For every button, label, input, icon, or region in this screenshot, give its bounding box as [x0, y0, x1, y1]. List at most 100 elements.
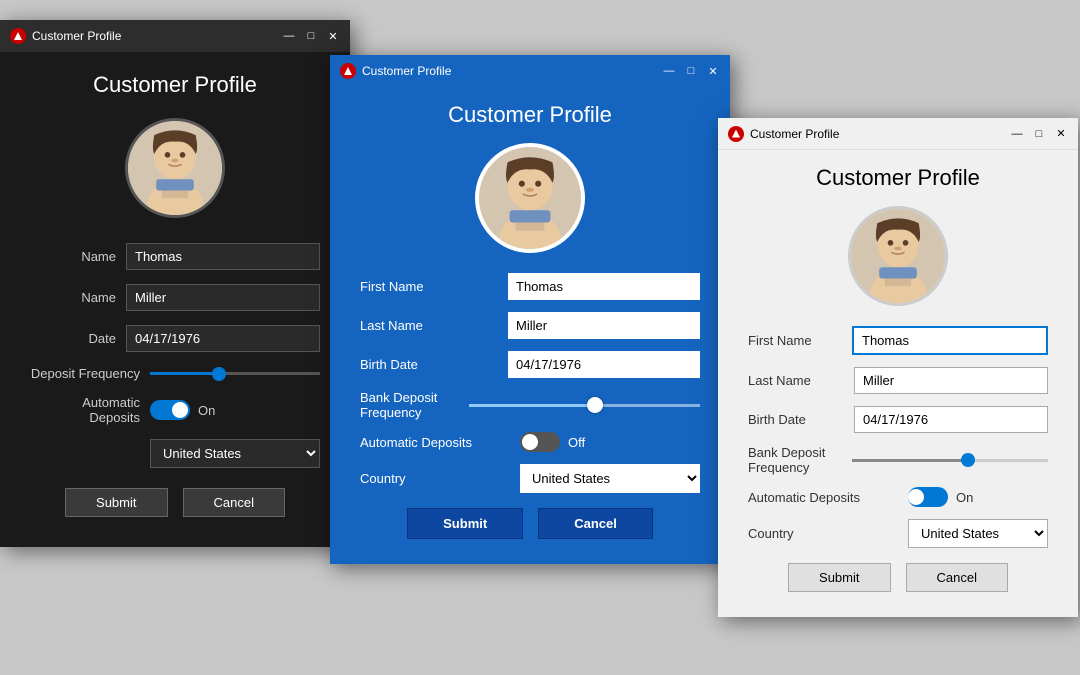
dark-slider-container: [150, 372, 320, 375]
white-app-icon: [728, 126, 744, 142]
blue-deposit-freq-row: Bank Deposit Frequency: [360, 390, 700, 420]
dark-deposit-freq-row: Deposit Frequency: [30, 366, 320, 381]
dark-birth-date-row: Date: [30, 325, 320, 352]
dark-first-name-row: Name: [30, 243, 320, 270]
dark-auto-deposits-label: Automatic Deposits: [30, 395, 150, 425]
white-maximize-btn[interactable]: □: [1032, 127, 1046, 141]
dark-first-name-input[interactable]: [126, 243, 320, 270]
dark-title-controls: — □ ✕: [282, 29, 340, 43]
dark-title-bar: Customer Profile — □ ✕: [0, 20, 350, 52]
blue-title-controls: — □ ✕: [662, 64, 720, 78]
blue-close-btn[interactable]: ✕: [706, 64, 720, 78]
blue-title-text: Customer Profile: [362, 64, 662, 78]
blue-auto-deposits-row: Automatic Deposits Off: [360, 432, 700, 452]
blue-last-name-label: Last Name: [360, 318, 508, 333]
dark-deposit-freq-label: Deposit Frequency: [30, 366, 150, 381]
dark-window: Customer Profile — □ ✕ Customer Profile: [0, 20, 350, 547]
dark-heading: Customer Profile: [30, 72, 320, 98]
dark-birth-date-label: Date: [30, 331, 126, 346]
dark-last-name-input[interactable]: [126, 284, 320, 311]
dark-maximize-btn[interactable]: □: [304, 29, 318, 43]
white-deposit-freq-label: Bank Deposit Frequency: [748, 445, 852, 475]
dark-country-row: United States Canada United Kingdom: [30, 439, 320, 468]
dark-last-name-label: Name: [30, 290, 126, 305]
white-title-text: Customer Profile: [750, 127, 1010, 141]
blue-first-name-label: First Name: [360, 279, 508, 294]
blue-window: Customer Profile — □ ✕ Customer Profile: [330, 55, 730, 564]
blue-birth-date-input[interactable]: [508, 351, 700, 378]
blue-content: Customer Profile First Name: [330, 87, 730, 564]
blue-toggle-container: Off: [520, 432, 585, 452]
dark-country-select[interactable]: United States Canada United Kingdom: [150, 439, 320, 468]
blue-last-name-input[interactable]: [508, 312, 700, 339]
blue-birth-date-row: Birth Date: [360, 351, 700, 378]
white-first-name-input[interactable]: [852, 326, 1048, 355]
dark-buttons: Submit Cancel: [30, 488, 320, 517]
dark-submit-button[interactable]: Submit: [65, 488, 167, 517]
dark-title-text: Customer Profile: [32, 29, 282, 43]
blue-auto-deposits-label: Automatic Deposits: [360, 435, 520, 450]
blue-maximize-btn[interactable]: □: [684, 64, 698, 78]
white-birth-date-label: Birth Date: [748, 412, 854, 427]
blue-avatar: [475, 143, 585, 253]
blue-title-bar: Customer Profile — □ ✕: [330, 55, 730, 87]
dark-cancel-button[interactable]: Cancel: [183, 488, 285, 517]
white-auto-deposits-label: Automatic Deposits: [748, 490, 908, 505]
dark-deposit-slider[interactable]: [150, 372, 320, 375]
blue-last-name-row: Last Name: [360, 312, 700, 339]
white-heading: Customer Profile: [748, 165, 1048, 191]
dark-toggle-switch[interactable]: [150, 400, 190, 420]
white-window: Customer Profile — □ ✕ Customer Profile: [718, 118, 1078, 617]
blue-submit-button[interactable]: Submit: [407, 508, 523, 539]
white-toggle-switch[interactable]: [908, 487, 948, 507]
dark-toggle-container: On: [150, 400, 215, 420]
white-auto-deposits-row: Automatic Deposits On: [748, 487, 1048, 507]
white-last-name-label: Last Name: [748, 373, 854, 388]
white-submit-button[interactable]: Submit: [788, 563, 890, 592]
blue-first-name-input[interactable]: [508, 273, 700, 300]
white-toggle-container: On: [908, 487, 973, 507]
white-birth-date-row: Birth Date: [748, 406, 1048, 433]
blue-avatar-container: [360, 143, 700, 253]
white-toggle-label: On: [956, 490, 973, 505]
dark-toggle-label: On: [198, 403, 215, 418]
white-birth-date-input[interactable]: [854, 406, 1048, 433]
blue-heading: Customer Profile: [360, 102, 700, 128]
blue-country-row: Country United States Canada United King…: [360, 464, 700, 493]
blue-toggle-switch[interactable]: [520, 432, 560, 452]
dark-close-btn[interactable]: ✕: [326, 29, 340, 43]
blue-deposit-freq-label: Bank Deposit Frequency: [360, 390, 469, 420]
dark-birth-date-input[interactable]: [126, 325, 320, 352]
white-first-name-label: First Name: [748, 333, 852, 348]
white-last-name-input[interactable]: [854, 367, 1048, 394]
white-country-label: Country: [748, 526, 908, 541]
dark-last-name-row: Name: [30, 284, 320, 311]
white-minimize-btn[interactable]: —: [1010, 127, 1024, 141]
blue-country-select[interactable]: United States Canada United Kingdom: [520, 464, 700, 493]
white-country-select[interactable]: United States Canada United Kingdom: [908, 519, 1048, 548]
white-cancel-button[interactable]: Cancel: [906, 563, 1008, 592]
blue-deposit-slider[interactable]: [469, 404, 700, 407]
dark-app-icon: [10, 28, 26, 44]
blue-cancel-button[interactable]: Cancel: [538, 508, 653, 539]
white-title-controls: — □ ✕: [1010, 127, 1068, 141]
white-first-name-row: First Name: [748, 326, 1048, 355]
dark-avatar: [125, 118, 225, 218]
blue-minimize-btn[interactable]: —: [662, 64, 676, 78]
dark-avatar-container: [30, 118, 320, 218]
white-content: Customer Profile First Name: [718, 150, 1078, 617]
blue-app-icon: [340, 63, 356, 79]
white-avatar-container: [748, 206, 1048, 306]
dark-minimize-btn[interactable]: —: [282, 29, 296, 43]
blue-toggle-label: Off: [568, 435, 585, 450]
blue-first-name-row: First Name: [360, 273, 700, 300]
white-deposit-slider[interactable]: [852, 459, 1048, 462]
white-last-name-row: Last Name: [748, 367, 1048, 394]
white-close-btn[interactable]: ✕: [1054, 127, 1068, 141]
blue-buttons: Submit Cancel: [360, 508, 700, 539]
white-avatar: [848, 206, 948, 306]
white-country-row: Country United States Canada United King…: [748, 519, 1048, 548]
dark-auto-deposits-row: Automatic Deposits On: [30, 395, 320, 425]
dark-first-name-label: Name: [30, 249, 126, 264]
white-title-bar: Customer Profile — □ ✕: [718, 118, 1078, 150]
